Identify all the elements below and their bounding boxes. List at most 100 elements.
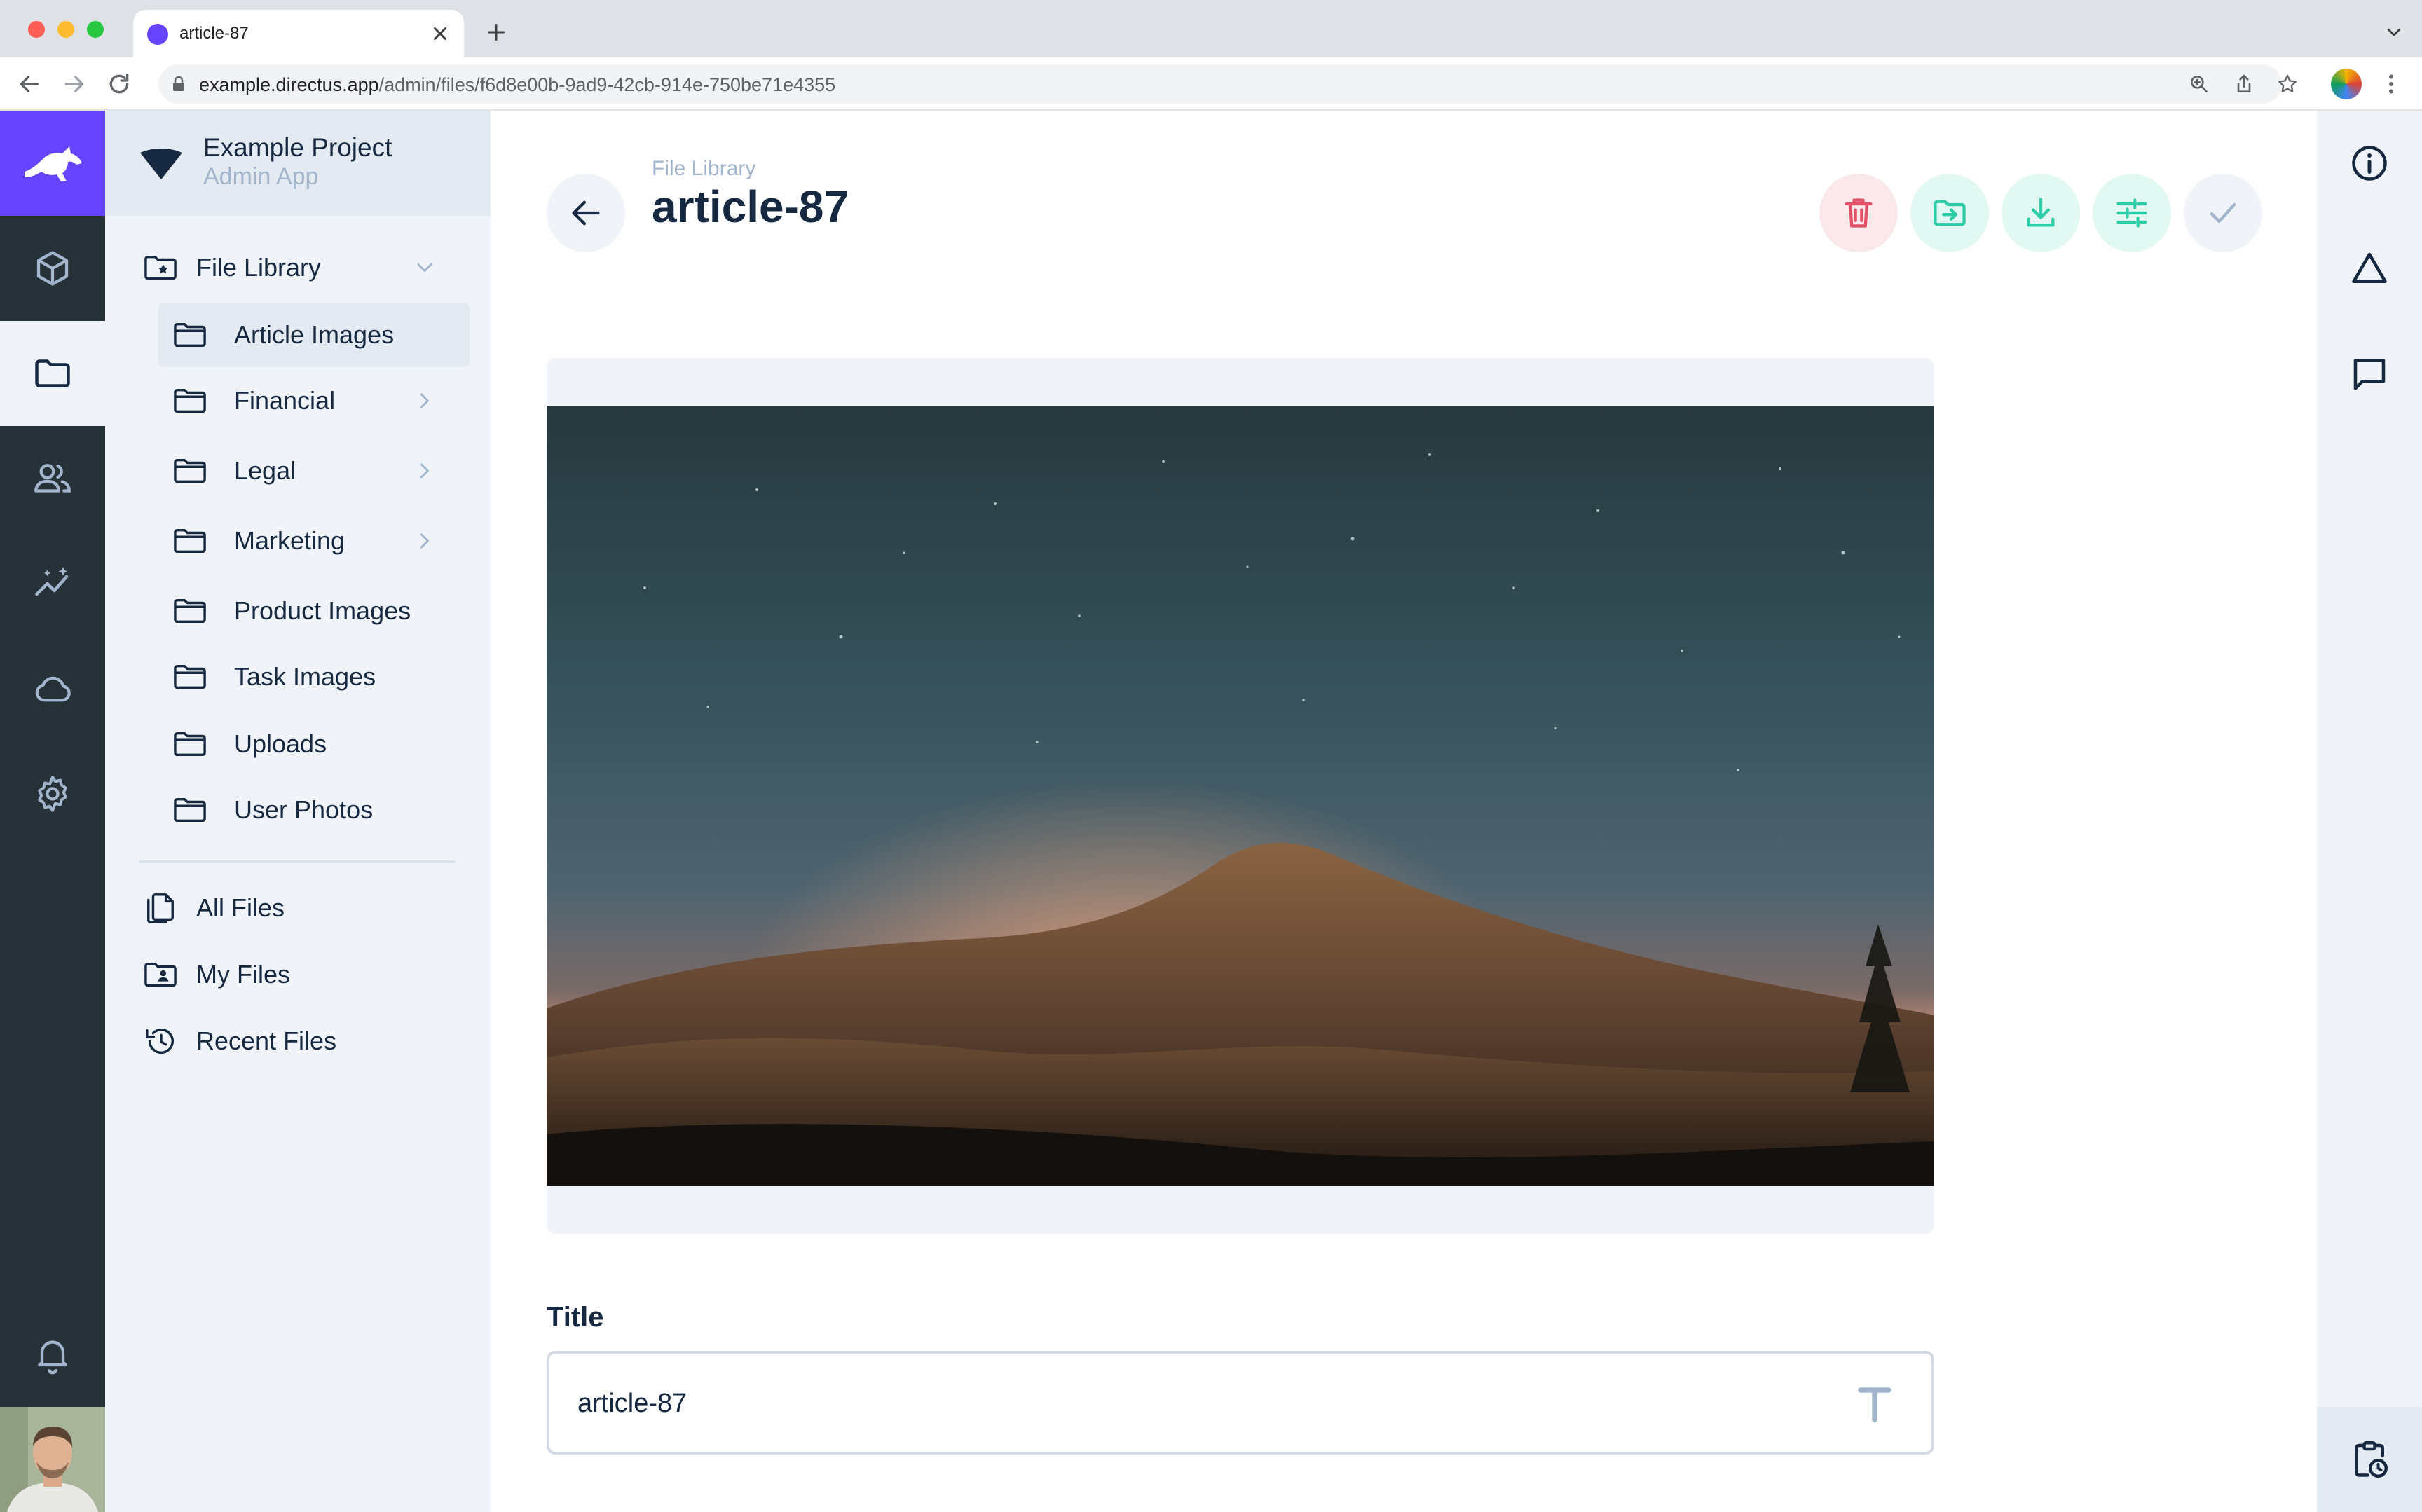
save-button[interactable]: [2184, 174, 2262, 252]
sidebar-comments[interactable]: [2317, 321, 2422, 426]
user-avatar[interactable]: [0, 1407, 105, 1512]
project-header[interactable]: Example Project Admin App: [105, 111, 491, 216]
directus-logo[interactable]: [0, 111, 105, 216]
bell-icon: [38, 1340, 67, 1375]
module-settings[interactable]: [0, 741, 105, 846]
preview-image[interactable]: [547, 406, 1934, 1186]
sidebar-revisions[interactable]: [2317, 216, 2422, 321]
new-tab-icon[interactable]: [484, 20, 509, 45]
folder-icon: [174, 664, 206, 689]
nav-recent-files[interactable]: Recent Files: [140, 1009, 463, 1073]
chevron-right-icon[interactable]: [412, 528, 437, 554]
breadcrumb[interactable]: File Library: [652, 157, 755, 181]
share-icon[interactable]: [2233, 73, 2255, 95]
forward-arrow-icon[interactable]: [60, 70, 88, 98]
folder-user-icon: [144, 962, 177, 987]
box-icon: [36, 251, 69, 286]
browser-menu-icon[interactable]: [2379, 71, 2404, 97]
reload-icon[interactable]: [105, 70, 133, 98]
url-host: example.directus.app: [199, 74, 379, 95]
bookmark-star-icon[interactable]: [2276, 73, 2299, 95]
url-path: /admin/files/f6d8e00b-9ad9-42cb-914e-750…: [378, 74, 836, 95]
cloud-icon: [35, 676, 71, 702]
revisions-icon: [2352, 252, 2387, 283]
project-subtitle: Admin App: [203, 163, 319, 190]
title-field[interactable]: [547, 1351, 1934, 1455]
nav-folder-product-images[interactable]: Product Images: [158, 579, 470, 643]
nav-folder-label: Financial: [234, 386, 336, 415]
comments-icon: [2353, 359, 2386, 390]
folder-move-icon: [1934, 200, 1966, 226]
image-preview: [547, 358, 1934, 1234]
project-logo-icon: [140, 149, 182, 179]
users-icon: [34, 464, 71, 493]
module-insights[interactable]: [0, 531, 105, 636]
module-users[interactable]: [0, 426, 105, 531]
nav-folder-label: Marketing: [234, 526, 345, 555]
nav-all-files[interactable]: All Files: [140, 876, 463, 940]
nav-folder-uploads[interactable]: Uploads: [158, 712, 470, 776]
window-close-button[interactable]: [28, 21, 45, 38]
nav-folder-label: Legal: [234, 456, 296, 485]
delete-button[interactable]: [1819, 174, 1898, 252]
module-files[interactable]: [0, 321, 105, 426]
chevron-right-icon[interactable]: [412, 388, 437, 413]
nav-folder-user-photos[interactable]: User Photos: [158, 778, 470, 842]
sidebar-file-info[interactable]: [2317, 111, 2422, 216]
nav-file-library-label: File Library: [196, 253, 322, 282]
back-arrow-icon[interactable]: [15, 70, 43, 98]
move-to-folder-button[interactable]: [1910, 174, 1989, 252]
favicon-icon: [147, 24, 168, 45]
browser-tab[interactable]: article-87: [133, 10, 464, 57]
page-title: article-87: [652, 181, 849, 232]
profile-avatar[interactable]: [2331, 69, 2362, 99]
chevron-down-icon[interactable]: [412, 255, 437, 280]
edit-image-button[interactable]: [2093, 174, 2171, 252]
zoom-icon[interactable]: [2188, 73, 2210, 95]
nav-folder-legal[interactable]: Legal: [158, 439, 470, 503]
module-cloud[interactable]: [0, 636, 105, 741]
nav-folder-article-images[interactable]: Article Images: [158, 303, 470, 367]
arrow-left-icon: [572, 200, 600, 226]
nav-folder-financial[interactable]: Financial: [158, 369, 470, 433]
back-button[interactable]: [547, 174, 625, 252]
tab-search-icon[interactable]: [2383, 21, 2405, 43]
window-minimize-button[interactable]: [57, 21, 74, 38]
detail-sidebar: [2317, 111, 2422, 1512]
clipboard-clock-icon: [2355, 1441, 2388, 1478]
folder-icon: [174, 322, 206, 348]
download-icon: [2027, 198, 2055, 227]
browser-toolbar: example.directus.app/admin/files/f6d8e00…: [0, 57, 2422, 111]
sidebar-activity-button[interactable]: [2317, 1407, 2422, 1512]
address-bar[interactable]: example.directus.app/admin/files/f6d8e00…: [158, 64, 2297, 104]
tune-icon: [2116, 198, 2147, 228]
lock-icon[interactable]: [171, 76, 186, 92]
download-button[interactable]: [2002, 174, 2080, 252]
trash-icon: [1845, 198, 1873, 228]
tab-close-icon[interactable]: [427, 21, 453, 46]
main-content: File Library article-87 Title article-87: [491, 111, 2317, 1512]
nav-folder-label: Uploads: [234, 729, 327, 758]
nav-my-files[interactable]: My Files: [140, 942, 463, 1007]
nav-folder-label: Task Images: [234, 662, 376, 691]
folder-icon: [174, 598, 206, 624]
tab-title: article-87: [179, 24, 249, 43]
nav-folder-label: Article Images: [234, 320, 395, 349]
notifications-button[interactable]: [0, 1302, 105, 1407]
window-zoom-button[interactable]: [87, 21, 104, 38]
file-copy-icon: [147, 893, 174, 923]
module-content[interactable]: [0, 216, 105, 321]
nav-file-library[interactable]: File Library: [140, 235, 463, 300]
chevron-right-icon[interactable]: [412, 458, 437, 483]
url-text: example.directus.app/admin/files/f6d8e00…: [199, 74, 835, 96]
history-icon: [146, 1029, 174, 1054]
nav-folder-marketing[interactable]: Marketing: [158, 509, 470, 573]
check-icon: [2210, 202, 2236, 224]
folder-icon: [35, 359, 70, 387]
nav-preset-label: My Files: [196, 960, 290, 989]
navigation-pane: Example Project Admin App File Library A…: [105, 111, 491, 1512]
folder-icon: [174, 797, 206, 823]
folder-icon: [174, 731, 206, 757]
title-input[interactable]: [577, 1382, 1811, 1425]
nav-folder-task-images[interactable]: Task Images: [158, 645, 470, 709]
